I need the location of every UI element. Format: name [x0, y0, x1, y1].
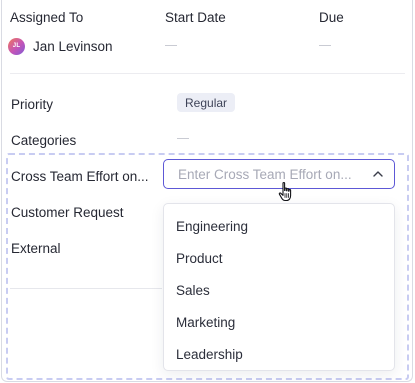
inner-divider	[10, 288, 162, 289]
assignee[interactable]: JL Jan Levinson	[8, 37, 113, 55]
categories-empty[interactable]	[177, 138, 189, 139]
menu-option-leadership[interactable]: Leadership	[164, 338, 394, 370]
assignee-name: Jan Levinson	[33, 38, 113, 54]
menu-option-engineering[interactable]: Engineering	[164, 210, 394, 242]
due-header: Due	[319, 10, 344, 25]
cross-team-options-menu: Engineering Product Sales Marketing Lead…	[163, 203, 395, 371]
avatar: JL	[8, 37, 25, 55]
start-date-empty[interactable]	[165, 45, 177, 46]
cross-team-label: Cross Team Effort on...	[11, 169, 149, 184]
start-date-header: Start Date	[165, 10, 226, 25]
menu-option-sales[interactable]: Sales	[164, 274, 394, 306]
menu-option-marketing[interactable]: Marketing	[164, 306, 394, 338]
external-label: External	[11, 241, 61, 256]
assigned-to-header: Assigned To	[10, 10, 84, 25]
categories-label: Categories	[11, 133, 77, 148]
hand-pointer-icon	[278, 181, 292, 202]
priority-badge[interactable]: Regular	[177, 93, 236, 112]
due-date-empty[interactable]	[319, 45, 331, 46]
section-divider	[10, 73, 405, 74]
cross-team-placeholder: Enter Cross Team Effort on...	[178, 166, 352, 182]
menu-option-product[interactable]: Product	[164, 242, 394, 274]
chevron-up-icon[interactable]	[372, 168, 384, 180]
customer-request-label: Customer Request	[11, 205, 124, 220]
priority-label: Priority	[11, 97, 54, 112]
